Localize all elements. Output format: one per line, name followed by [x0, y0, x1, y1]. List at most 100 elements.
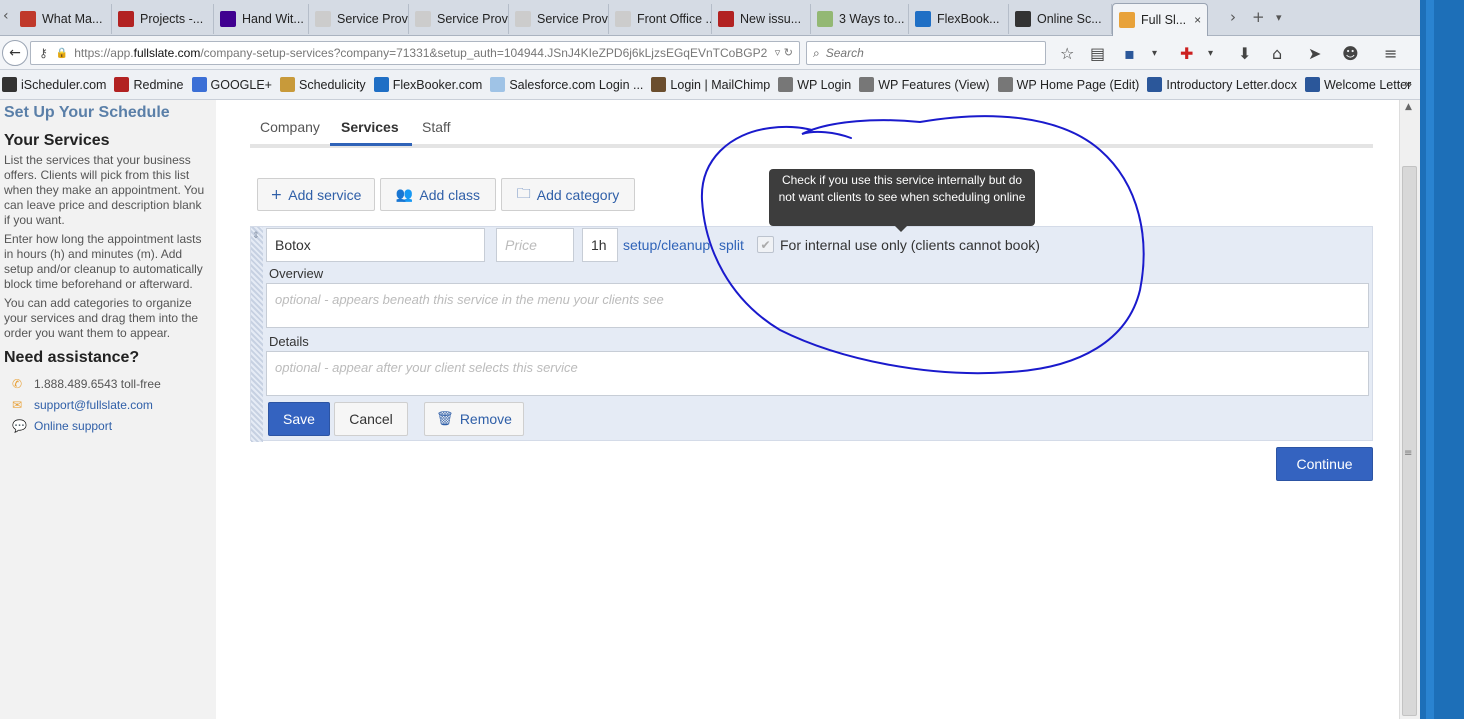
first-aid-icon[interactable]: ✚	[1180, 44, 1193, 63]
menu-icon[interactable]: ≡	[1384, 44, 1397, 63]
browser-tab[interactable]: Service Provi...	[509, 4, 609, 34]
send-icon[interactable]: ➤	[1308, 44, 1321, 63]
internal-use-checkbox[interactable]: ✔	[757, 236, 774, 253]
bookmark-item[interactable]: Schedulicity	[279, 77, 366, 92]
browser-tab[interactable]: Front Office ...	[609, 4, 712, 34]
bookmark-item[interactable]: GOOGLE+	[191, 77, 272, 92]
add-service-button[interactable]: + Add service	[257, 178, 375, 211]
bookmarks-overflow-icon[interactable]: »	[1405, 76, 1412, 91]
chat-icon[interactable]: ☻	[1342, 44, 1359, 63]
search-input[interactable]	[825, 46, 1026, 60]
overview-textarea[interactable]	[266, 283, 1369, 328]
tab-scroll-right-icon[interactable]: ›	[1230, 8, 1236, 26]
service-name-input[interactable]	[266, 228, 485, 262]
key-icon: ⚷	[39, 46, 48, 60]
add-category-button[interactable]: 🗀 Add category	[501, 178, 635, 211]
setup-cleanup-link[interactable]: setup/cleanup	[623, 237, 710, 253]
bookmark-item[interactable]: FlexBooker.com	[373, 77, 482, 92]
url-host: fullslate.com	[133, 46, 201, 60]
browser-tab[interactable]: Service Provi...	[309, 4, 409, 34]
browser-tab[interactable]: Service Provi...	[409, 4, 509, 34]
addon-dropdown-icon[interactable]: ▾	[1208, 48, 1213, 59]
browser-tab-label: 3 Ways to...	[839, 12, 905, 26]
bookmark-label: Welcome Letter	[1323, 77, 1412, 92]
browser-tab-label: Full Sl...	[1141, 13, 1187, 27]
details-label: Details	[269, 334, 309, 349]
download-icon[interactable]: ⬇	[1238, 44, 1251, 63]
bookmark-item[interactable]: Introductory Letter.docx	[1147, 77, 1297, 92]
scroll-up-icon[interactable]: ▲	[1405, 102, 1412, 112]
bookmark-label: Schedulicity	[298, 77, 366, 92]
browser-tab-label: Hand Wit...	[242, 12, 304, 26]
schedulicity-icon	[279, 77, 295, 92]
browser-tab[interactable]: Online Sc...	[1009, 4, 1112, 34]
scroll-grip-icon: ≡	[1404, 448, 1413, 459]
tab-scroll-left-icon[interactable]: ‹	[3, 8, 9, 24]
flexbooker-icon	[915, 11, 931, 27]
new-tab-icon[interactable]: +	[1252, 8, 1265, 26]
price-input[interactable]	[496, 228, 574, 262]
save-dropdown-icon[interactable]: ▾	[1152, 48, 1157, 59]
browser-tab[interactable]: Projects -...	[112, 4, 214, 34]
bookmark-item[interactable]: Login | MailChimp	[651, 77, 770, 92]
browser-tab-label: Service Provi...	[337, 12, 408, 26]
continue-button[interactable]: Continue	[1276, 447, 1373, 481]
browser-tab-label: FlexBook...	[937, 12, 1000, 26]
tab-staff[interactable]: Staff	[422, 119, 451, 135]
flexbooker-icon	[373, 77, 389, 92]
online-support-contact[interactable]: 💬 Online support	[12, 419, 208, 433]
chat-bubbles-icon: 💬	[12, 419, 27, 433]
bookmark-item[interactable]: WP Home Page (Edit)	[997, 77, 1139, 92]
overview-label: Overview	[269, 266, 324, 281]
browser-tab[interactable]: New issu...	[712, 4, 811, 34]
browser-tab-label: Service Provi...	[437, 12, 508, 26]
reading-list-icon[interactable]: ▤	[1090, 44, 1105, 63]
browser-tab-bar: ‹ What Ma... Projects -... Hand Wit... Serv…	[0, 0, 1464, 36]
drag-handle[interactable]: ⇕	[251, 227, 263, 442]
support-email-link[interactable]: support@fullslate.com	[34, 398, 153, 412]
page-scrollbar[interactable]: ▲ ≡	[1399, 100, 1420, 719]
split-link[interactable]: split	[719, 237, 744, 253]
folder-icon: 🗀	[516, 185, 531, 202]
email-contact[interactable]: ✉ support@fullslate.com	[12, 398, 208, 412]
tab-company[interactable]: Company	[260, 119, 320, 135]
browser-tab[interactable]: Hand Wit...	[214, 4, 309, 34]
remove-button[interactable]: 🗑 Remove	[424, 402, 524, 436]
bookmark-item[interactable]: Welcome Letter	[1304, 77, 1412, 92]
save-button[interactable]: Save	[268, 402, 330, 436]
home-icon[interactable]: ⌂	[1272, 44, 1282, 63]
duration-input[interactable]	[582, 228, 618, 262]
browser-tab[interactable]: 3 Ways to...	[811, 4, 909, 34]
browser-tab[interactable]: What Ma...	[14, 4, 112, 34]
address-bar[interactable]: ⚷ 🔒 https://app. fullslate.com/company-se…	[30, 41, 800, 65]
back-button[interactable]: ←	[2, 40, 28, 66]
details-textarea[interactable]	[266, 351, 1369, 396]
cancel-button[interactable]: Cancel	[334, 402, 408, 436]
url-path: /company-setup-services?company=71331&se…	[200, 46, 768, 60]
save-page-icon[interactable]: ▪	[1124, 44, 1135, 63]
bookmark-item[interactable]: WP Login	[778, 77, 851, 92]
browser-tab-label: Online Sc...	[1037, 12, 1102, 26]
bookmark-item[interactable]: Redmine	[114, 77, 184, 92]
trash-icon: 🗑	[436, 411, 454, 427]
search-box[interactable]: ⌕	[806, 41, 1046, 65]
online-support-link[interactable]: Online support	[34, 419, 112, 433]
main-content: Company Services Staff + Add service 👥 Add…	[216, 100, 1399, 719]
close-tab-icon[interactable]: ×	[1194, 13, 1201, 27]
bookmark-item[interactable]: Salesforce.com Login ...	[490, 77, 643, 92]
reload-icon[interactable]: ▿ ↻	[775, 46, 793, 59]
bookmark-item[interactable]: WP Features (View)	[859, 77, 990, 92]
envelope-icon: ✉	[12, 398, 23, 412]
word-icon	[1147, 77, 1163, 92]
phone-contact: ✆ 1.888.489.6543 toll-free	[12, 377, 208, 391]
browser-tab[interactable]: FlexBook...	[909, 4, 1009, 34]
bookmark-label: Salesforce.com Login ...	[509, 77, 644, 92]
browser-tab[interactable]: Full Sl... ×	[1112, 3, 1208, 36]
scrollbar-thumb[interactable]	[1402, 166, 1417, 716]
tab-services[interactable]: Services	[341, 119, 399, 135]
bookmark-item[interactable]: iScheduler.com	[2, 77, 106, 92]
browser-tab-label: What Ma...	[42, 12, 103, 26]
tab-list-icon[interactable]: ▾	[1276, 11, 1282, 24]
add-class-button[interactable]: 👥 Add class	[380, 178, 496, 211]
bookmark-star-icon[interactable]: ☆	[1060, 44, 1074, 63]
